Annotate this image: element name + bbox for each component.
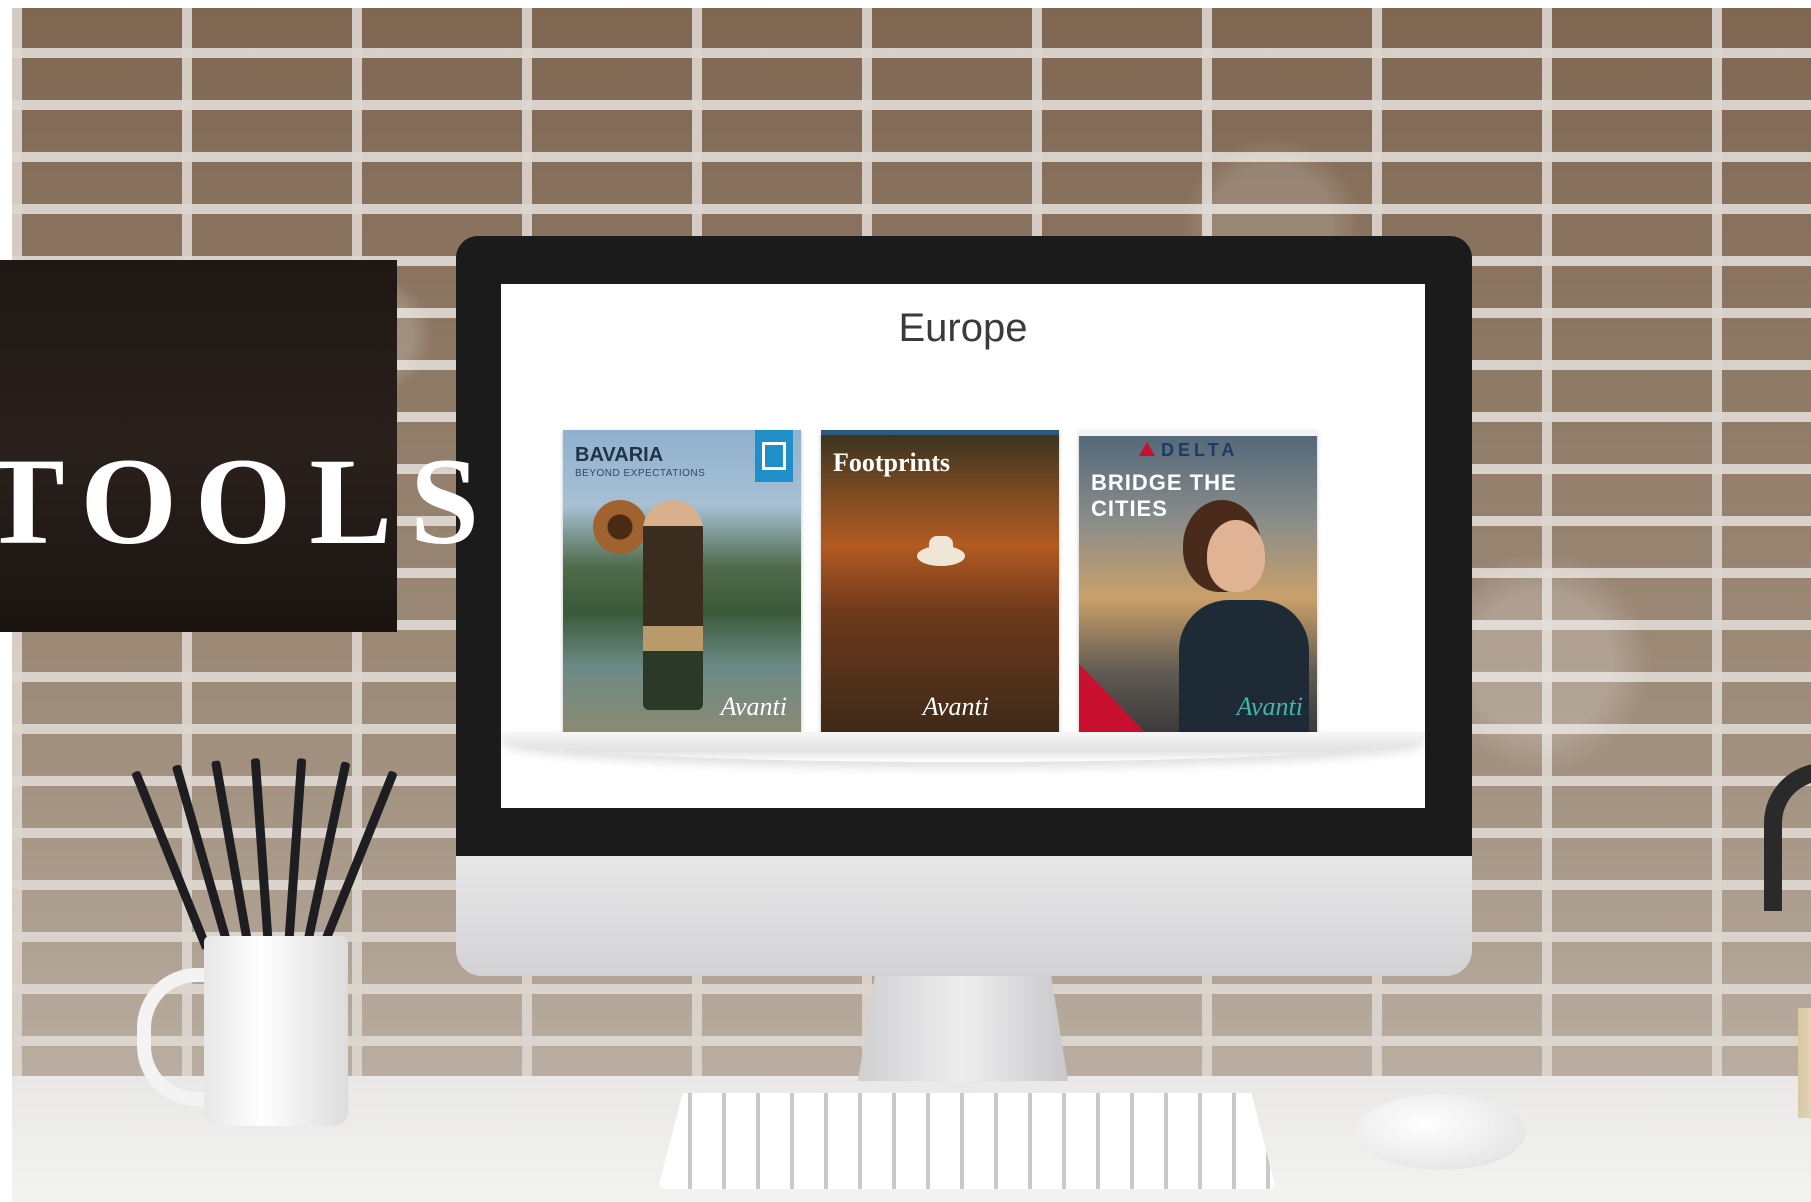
- brochure-footprints[interactable]: Footprints Avanti: [821, 430, 1059, 734]
- brochure-title: BAVARIA: [575, 444, 664, 466]
- brochure-shelf: [501, 732, 1425, 762]
- alphorn-image: [593, 500, 647, 554]
- monitor-chin: [456, 856, 1472, 976]
- lamp-base: [1798, 1008, 1811, 1118]
- pencil: [250, 758, 273, 949]
- delta-red-triangle-icon: [1079, 664, 1147, 734]
- brochure-badge-icon: [755, 430, 793, 482]
- brochure-brand: Avanti: [1236, 692, 1303, 721]
- brochure-title: Footprints: [833, 448, 950, 477]
- brochure-brand: Avanti: [720, 692, 787, 721]
- hiker-image: [643, 500, 703, 710]
- brochure-brand: Avanti: [922, 692, 989, 721]
- pencil: [302, 761, 351, 949]
- delta-triangle-icon: [1139, 442, 1155, 456]
- delta-logo-text: DELTA: [1161, 440, 1239, 460]
- brochure-title: BRIDGE THE CITIES: [1091, 470, 1237, 521]
- pencil-cup-pencils: [131, 758, 402, 950]
- tools-title: TOOLS: [0, 433, 498, 570]
- traveler-face: [1207, 520, 1265, 592]
- pencil: [318, 770, 398, 950]
- hat-image: [917, 536, 965, 566]
- monitor-stand: [858, 976, 1068, 1081]
- delta-logo: DELTA: [1139, 440, 1238, 461]
- monitor-screen: Europe BAVARIA BEYOND EXPECTATIONS Avant…: [501, 284, 1425, 808]
- brochure-subtitle: BEYOND EXPECTATIONS: [575, 468, 706, 479]
- pencil: [284, 758, 307, 949]
- mouse: [1356, 1094, 1526, 1170]
- screen-heading: Europe: [898, 306, 1028, 350]
- keyboard: [658, 1093, 1276, 1189]
- brochure-bavaria[interactable]: BAVARIA BEYOND EXPECTATIONS Avanti: [563, 430, 801, 734]
- mug: [204, 936, 348, 1126]
- brochure-delta[interactable]: DELTA BRIDGE THE CITIES Avanti: [1079, 430, 1317, 734]
